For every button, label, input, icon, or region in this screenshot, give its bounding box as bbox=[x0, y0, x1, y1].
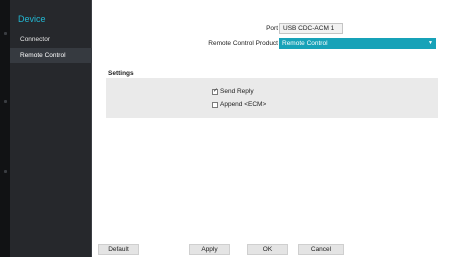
left-edge-strip bbox=[0, 0, 10, 257]
append-ecm-option[interactable]: Append <ECM> bbox=[212, 100, 266, 109]
strip-marker bbox=[4, 32, 7, 35]
cancel-button[interactable]: Cancel bbox=[298, 244, 344, 255]
strip-marker bbox=[4, 170, 7, 173]
sidebar-title: Device bbox=[18, 14, 46, 24]
send-reply-label: Send Reply bbox=[220, 88, 254, 95]
strip-marker bbox=[4, 100, 7, 103]
chevron-down-icon: ▼ bbox=[428, 40, 433, 46]
send-reply-checkbox[interactable] bbox=[212, 87, 218, 95]
remote-control-product-label: Remote Control Product bbox=[208, 40, 278, 47]
remote-control-product-value: Remote Control bbox=[282, 40, 328, 47]
append-ecm-checkbox[interactable] bbox=[212, 101, 218, 108]
sidebar-item-connector[interactable]: Connector bbox=[10, 32, 92, 47]
settings-title: Settings bbox=[108, 70, 134, 77]
sidebar-item-remote-control[interactable]: Remote Control bbox=[10, 48, 92, 63]
default-button[interactable]: Default bbox=[98, 244, 139, 255]
settings-panel: Send Reply Append <ECM> bbox=[106, 78, 438, 118]
main-panel: Port USB CDC-ACM 1 Remote Control Produc… bbox=[92, 0, 456, 257]
port-field[interactable]: USB CDC-ACM 1 bbox=[279, 23, 343, 34]
ok-button[interactable]: OK bbox=[247, 244, 288, 255]
apply-button[interactable]: Apply bbox=[189, 244, 230, 255]
send-reply-option[interactable]: Send Reply bbox=[212, 87, 254, 96]
remote-control-product-select[interactable]: Remote Control ▼ bbox=[279, 38, 436, 49]
sidebar: Device Connector Remote Control bbox=[10, 0, 92, 257]
port-label: Port bbox=[266, 25, 278, 32]
append-ecm-label: Append <ECM> bbox=[220, 101, 267, 108]
